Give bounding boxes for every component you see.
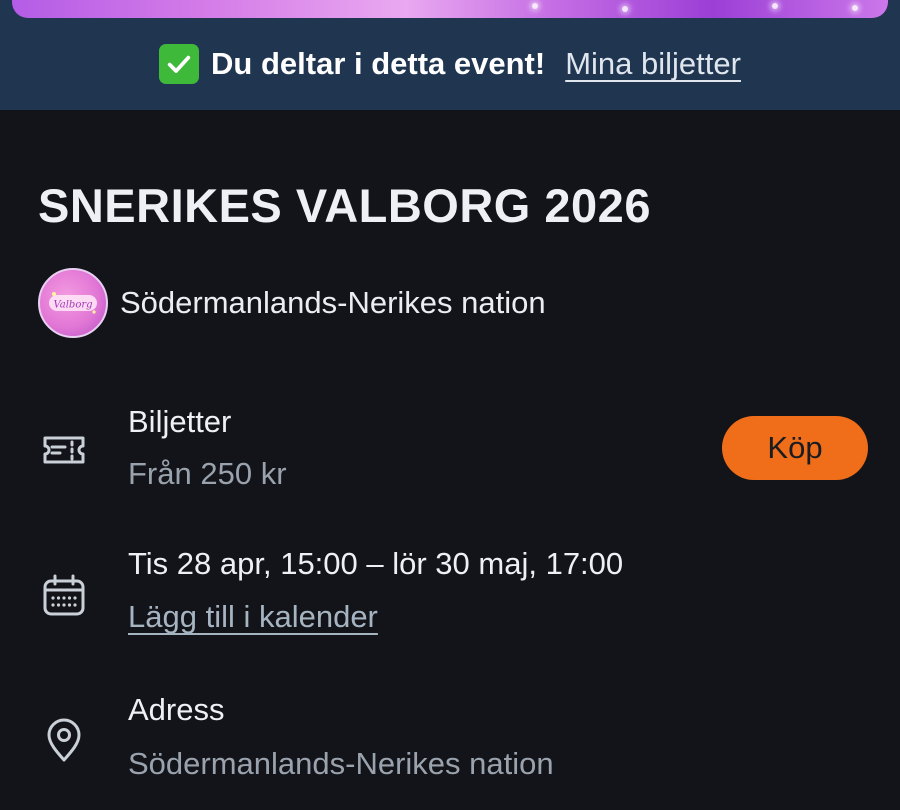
organizer-avatar: Valborg: [38, 268, 108, 338]
address-value: Södermanlands-Nerikes nation: [128, 746, 554, 781]
date-row: Tis 28 apr, 15:00 – lör 30 maj, 17:00 Lä…: [38, 542, 868, 642]
event-title: SNERIKES VALBORG 2026: [38, 179, 651, 232]
location-pin-icon: [38, 714, 90, 766]
valborg-logo: Valborg: [49, 292, 97, 314]
check-icon: [159, 44, 200, 84]
event-hero-image: [12, 0, 888, 18]
address-label: Adress: [128, 692, 225, 727]
tickets-row: Biljetter Från 250 kr Köp: [38, 398, 868, 498]
add-to-calendar-link[interactable]: Lägg till i kalender: [128, 599, 378, 635]
organizer-link[interactable]: Valborg Södermanlands-Nerikes nation: [38, 268, 546, 338]
date-range: Tis 28 apr, 15:00 – lör 30 maj, 17:00: [128, 546, 624, 581]
my-tickets-link[interactable]: Mina biljetter: [565, 46, 741, 82]
participation-banner: Du deltar i detta event! Mina biljetter: [0, 18, 900, 110]
address-row: Adress Södermanlands-Nerikes nation: [38, 690, 868, 800]
buy-button[interactable]: Köp: [722, 416, 868, 480]
tickets-label: Biljetter: [128, 404, 232, 439]
ticket-price: Från 250 kr: [128, 456, 287, 491]
calendar-icon: [38, 570, 90, 622]
participation-text: Du deltar i detta event!: [211, 46, 546, 81]
organizer-name: Södermanlands-Nerikes nation: [120, 285, 546, 320]
svg-text:Valborg: Valborg: [53, 300, 92, 311]
ticket-icon: [38, 424, 90, 476]
